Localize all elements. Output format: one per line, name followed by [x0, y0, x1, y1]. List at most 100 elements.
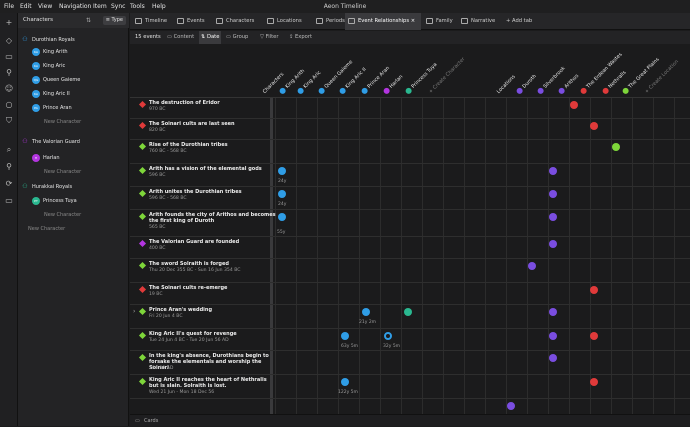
- relationship-dot[interactable]: [590, 332, 598, 340]
- event-row[interactable]: Arith has a vision of the elemental gods…: [130, 164, 690, 187]
- duration-label: 63y 5m: [341, 344, 359, 349]
- event-row[interactable]: The Soinari cults re-emerge 19 BC: [130, 283, 690, 305]
- character-column[interactable]: Harlan: [382, 73, 404, 95]
- tab-periods[interactable]: Periods: [313, 13, 347, 30]
- new-character-button[interactable]: New Character: [44, 210, 81, 220]
- pin-icon[interactable]: ⚲: [3, 161, 15, 173]
- tab-family[interactable]: Family: [423, 13, 457, 30]
- tab-label: Locations: [277, 18, 302, 24]
- event-type-icon: [138, 377, 147, 386]
- character-item[interactable]: PA Prince Aran: [32, 103, 72, 113]
- location-column[interactable]: Duroth: [515, 73, 538, 95]
- tab-events[interactable]: Events: [174, 13, 211, 30]
- tab-characters[interactable]: Characters: [213, 13, 264, 30]
- relationship-dot[interactable]: [549, 308, 557, 316]
- event-type-icon: [138, 285, 147, 294]
- event-date: Thu 20 Dec 355 BC - Sun 16 Jun 354 BC: [149, 268, 241, 273]
- sort-icon[interactable]: ⇅: [86, 13, 91, 28]
- type-button[interactable]: ≡ Type: [102, 16, 126, 25]
- character-item[interactable]: KA King Aric II: [32, 89, 70, 99]
- character-item[interactable]: QG Queen Gaieme: [32, 75, 80, 85]
- content-button[interactable]: ▭ Content: [167, 31, 194, 44]
- tab-locations[interactable]: Locations: [264, 13, 312, 30]
- character-item[interactable]: PT Princess Tuya: [32, 196, 77, 206]
- event-row[interactable]: Arith founds the city of Arithos and bec…: [130, 210, 690, 237]
- tab-event-relationships[interactable]: Event Relationships ×: [345, 13, 421, 30]
- event-date: 970 BC: [149, 107, 166, 112]
- relationship-dot[interactable]: [362, 308, 370, 316]
- date-button[interactable]: ⇅ Date: [199, 31, 222, 44]
- chevron-right-icon[interactable]: ›: [133, 308, 135, 315]
- relationship-dot[interactable]: [612, 143, 620, 151]
- relationship-dot[interactable]: [549, 240, 557, 248]
- character-group[interactable]: ⚇ The Valorian Guard: [21, 137, 80, 147]
- event-row[interactable]: The Valorian Guard are founded 400 BC: [130, 237, 690, 259]
- new-character-root-button[interactable]: New Character: [28, 224, 65, 234]
- relationship-dot[interactable]: [590, 286, 598, 294]
- event-row[interactable]: Arith unites the Durothian tribes 596 BC …: [130, 187, 690, 210]
- relationship-dot[interactable]: [590, 378, 598, 386]
- event-date: 19 BC: [149, 292, 163, 297]
- location-pin-icon[interactable]: ⚲: [3, 67, 15, 79]
- event-row[interactable]: In the king's absence, Durothians begin …: [130, 351, 690, 375]
- tab-timeline[interactable]: Timeline: [132, 13, 172, 30]
- new-character-button[interactable]: New Character: [44, 117, 81, 127]
- location-column[interactable]: The Great Plains: [621, 56, 661, 95]
- relationship-dot[interactable]: [384, 332, 392, 340]
- bulb-icon[interactable]: ○: [3, 99, 15, 111]
- export-button[interactable]: ⇪ Export: [289, 31, 312, 44]
- event-row[interactable]: The destruction of Eridor 970 BC: [130, 98, 690, 119]
- shield-icon[interactable]: ⛉: [3, 115, 15, 127]
- relationship-dot[interactable]: [278, 167, 286, 175]
- add-tab-button[interactable]: + Add tab: [503, 13, 543, 30]
- filter-button[interactable]: ▽ Filter: [260, 31, 279, 44]
- event-title: Arith has a vision of the elemental gods: [149, 166, 262, 172]
- event-title: The Soinari cults re-emerge: [149, 285, 228, 291]
- character-group[interactable]: ⚇ Hurakkai Royals: [21, 182, 72, 192]
- tab-narrative[interactable]: Narrative: [458, 13, 503, 30]
- character-name: Prince Aran: [43, 105, 72, 111]
- relationship-dot[interactable]: [590, 122, 598, 130]
- event-row[interactable]: The sword Solraith is forged Thu 20 Dec 3…: [130, 259, 690, 283]
- character-group[interactable]: ⚇ Durothian Royals: [21, 35, 74, 45]
- relationship-dot[interactable]: [549, 213, 557, 221]
- character-item[interactable]: KA King Aric: [32, 61, 65, 71]
- relationship-dot[interactable]: [507, 402, 515, 410]
- event-row[interactable]: King Aric II's quest for revenge Tue 24 J…: [130, 329, 690, 351]
- relationship-dot[interactable]: [549, 354, 557, 362]
- folder-icon[interactable]: ▭: [3, 195, 15, 207]
- person-icon[interactable]: ☺: [3, 83, 15, 95]
- event-title: Arith founds the city of Arithos and bec…: [149, 212, 276, 225]
- event-row[interactable]: King Aric II reaches the heart of Nethra…: [130, 375, 690, 399]
- character-name: Queen Gaieme: [43, 77, 81, 83]
- group-icon[interactable]: ▭: [3, 51, 15, 63]
- icon-sidebar: + ◇ ▭ ⚲ ☺ ○ ⛉ ⌕ ⚲ ⟳ ▭: [0, 13, 18, 426]
- relationship-dot[interactable]: [341, 332, 349, 340]
- relationship-dot[interactable]: [549, 167, 557, 175]
- relationship-dot[interactable]: [549, 190, 557, 198]
- relationship-dot[interactable]: [528, 262, 536, 270]
- relationship-dot[interactable]: [549, 332, 557, 340]
- relationship-dot[interactable]: [570, 101, 578, 109]
- relationship-dot[interactable]: [404, 308, 412, 316]
- new-character-button[interactable]: New Character: [44, 167, 81, 177]
- character-item[interactable]: H Harlan: [32, 153, 60, 163]
- group-button[interactable]: ▭ Group: [226, 31, 248, 44]
- event-date: 760 BC - 568 BC: [149, 149, 187, 154]
- relationship-dot[interactable]: [278, 190, 286, 198]
- event-row[interactable]: Rise of the Durothian tribes 760 BC - 568…: [130, 140, 690, 164]
- cards-icon[interactable]: ▭: [135, 415, 140, 427]
- event-row[interactable]: The Soinari cults are last seen 820 BC: [130, 119, 690, 140]
- duration-label: 55y: [277, 230, 286, 235]
- sync-icon[interactable]: ⟳: [3, 178, 15, 190]
- search-icon[interactable]: ⌕: [3, 144, 15, 156]
- menu-bar: File Edit View Navigation Item Sync Tool…: [0, 0, 690, 13]
- relationship-dot[interactable]: [341, 378, 349, 386]
- event-diamond-icon[interactable]: ◇: [3, 35, 15, 47]
- event-title: Arith unites the Durothian tribes: [149, 189, 242, 195]
- location-column[interactable]: The Erdean Wastes: [579, 51, 624, 95]
- relationship-dot[interactable]: [278, 213, 286, 221]
- character-item[interactable]: KA King Arith: [32, 47, 68, 57]
- group-icon: ⚇: [22, 137, 28, 145]
- add-icon[interactable]: +: [3, 17, 15, 29]
